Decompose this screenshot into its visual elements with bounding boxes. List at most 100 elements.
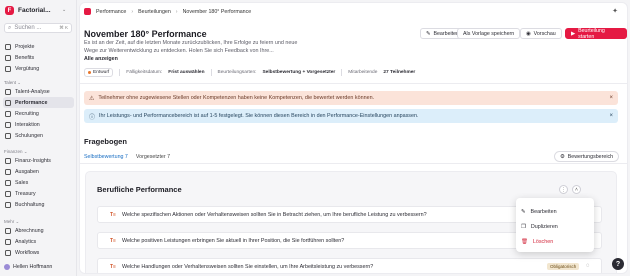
sidebar-item-label: Buchhaltung <box>15 201 45 208</box>
section-actions: ⋮ ˄ <box>559 185 581 194</box>
sidebar-item-ausgaben[interactable]: Ausgaben <box>0 166 77 177</box>
participants-label: Mitarbeitende <box>348 70 378 75</box>
search-shortcut: ⌘ K <box>59 25 68 30</box>
expenses-icon <box>5 168 11 175</box>
status-badge: Entwurf <box>84 68 114 77</box>
sidebar: F Factorial... ⌄ ⌕ Suchen ... ⌘ K Projek… <box>0 0 77 276</box>
pencil-icon: ✎ <box>426 30 431 37</box>
sidebar-item-benefits[interactable]: Benefits <box>0 52 77 63</box>
more-options-icon[interactable]: ⋮ <box>559 185 568 194</box>
section-title: Berufliche Performance <box>97 185 182 194</box>
comment-icon[interactable]: ◌ <box>586 263 594 271</box>
menu-item-edit[interactable]: ✎ Bearbeiten <box>521 204 589 219</box>
sidebar-item-recruiting[interactable]: Recruiting <box>0 108 77 119</box>
participants-value[interactable]: 27 Teilnehmer <box>383 70 415 75</box>
status-dot-icon <box>88 71 91 74</box>
treasury-icon <box>5 190 11 197</box>
training-icon <box>5 132 11 139</box>
menu-item-label: Duplizieren <box>530 223 558 230</box>
rating-range-button[interactable]: ⚙ Bewertungsbereich <box>554 151 620 162</box>
nav-talent-group: Talent ⌄ Talent-Analyse Performance Recr… <box>0 79 77 141</box>
breadcrumb-item: November 180° Performance <box>182 8 252 15</box>
menu-item-label: Bearbeiten <box>530 208 557 215</box>
preview-button[interactable]: ◉ Vorschau <box>520 28 562 39</box>
sidebar-item-label: Analytics <box>15 238 37 245</box>
nav-more-group: Mehr ⌄ Abrechnung Analytics Workflows <box>0 218 77 258</box>
search-icon: ⌕ <box>8 24 12 31</box>
menu-item-duplicate[interactable]: ❐ Duplizieren <box>521 219 589 234</box>
section-options-menu: ✎ Bearbeiten ❐ Duplizieren 🗑 Löschen <box>516 198 594 252</box>
save-template-button[interactable]: Als Vorlage speichern <box>457 28 521 39</box>
chevron-down-icon[interactable]: ⌄ <box>62 7 66 13</box>
accounting-icon <box>5 201 11 208</box>
question-text: Welche positiven Leistungen erbringen Si… <box>121 237 345 244</box>
sidebar-item-workflows[interactable]: Workflows <box>0 247 77 258</box>
play-icon: ▶ <box>571 30 576 37</box>
breadcrumb-item[interactable]: Beurteilungen <box>138 9 171 15</box>
trash-icon: 🗑 <box>521 238 528 245</box>
sidebar-item-label: Projekte <box>15 43 35 50</box>
sidebar-item-finanz-insights[interactable]: Finanz-Insights <box>0 155 77 166</box>
warning-text: Teilnehmer ohne zugewiesene Stellen oder… <box>98 95 375 101</box>
sidebar-item-schulungen[interactable]: Schulungen <box>0 130 77 141</box>
nav-section-finanzen[interactable]: Finanzen ⌄ <box>0 148 77 155</box>
sidebar-item-label: Sales <box>15 179 29 186</box>
sidebar-item-sales[interactable]: Sales <box>0 177 77 188</box>
due-date-value[interactable]: Frist auswählen <box>168 70 204 75</box>
sidebar-item-treasury[interactable]: Treasury <box>0 188 77 199</box>
divider <box>210 69 212 76</box>
sidebar-item-projekte[interactable]: Projekte <box>0 41 77 52</box>
start-review-button[interactable]: ▶ Beurteilung starten <box>565 27 627 40</box>
nav-finance-group: Finanzen ⌄ Finanz-Insights Ausgaben Sale… <box>0 148 77 210</box>
sidebar-item-label: Ausgaben <box>15 168 39 175</box>
close-icon[interactable]: × <box>609 95 613 101</box>
breadcrumb-separator: › <box>131 8 134 15</box>
header-divider <box>80 83 627 84</box>
menu-item-delete[interactable]: 🗑 Löschen <box>521 234 589 249</box>
sidebar-item-label: Finanz-Insights <box>15 157 51 164</box>
breadcrumb-separator: › <box>175 8 178 15</box>
review-type-value: Selbstbewertung + Vorgesetzter <box>262 70 336 75</box>
user-menu[interactable]: Hellen Hoffmann <box>4 264 52 270</box>
chevron-up-icon[interactable]: ˄ <box>572 185 581 194</box>
save-template-label: Als Vorlage speichern <box>463 30 515 37</box>
warning-alert: ⚠ Teilnehmer ohne zugewiesene Stellen od… <box>84 91 618 105</box>
close-icon[interactable]: × <box>609 113 613 119</box>
question-row[interactable]: T≡ Welche Handlungen oder Verhaltensweis… <box>97 258 602 273</box>
nav-top-group: Projekte Benefits Vergütung <box>0 41 77 74</box>
chat-icon <box>5 121 11 128</box>
nav-section-mehr[interactable]: Mehr ⌄ <box>0 218 77 225</box>
search-input[interactable]: ⌕ Suchen ... ⌘ K <box>4 23 72 33</box>
recruiting-icon <box>5 110 11 117</box>
start-review-label: Beurteilung starten <box>578 27 605 40</box>
pencil-icon: ✎ <box>521 208 526 215</box>
sidebar-item-label: Recruiting <box>15 110 39 117</box>
sidebar-item-analytics[interactable]: Analytics <box>0 236 77 247</box>
question-text: Welche Handlungen oder Verhaltensweisen … <box>121 263 374 270</box>
page-description: Es ist an der Zeit, auf die letzten Mona… <box>84 40 298 54</box>
billing-icon <box>5 227 11 234</box>
sidebar-item-label: Vergütung <box>15 65 40 72</box>
settings-icon: ⚙ <box>560 153 565 160</box>
sidebar-item-performance[interactable]: Performance <box>3 97 74 108</box>
user-name: Hellen Hoffmann <box>13 264 53 270</box>
brand[interactable]: F Factorial... <box>5 6 51 15</box>
eye-icon: ◉ <box>526 30 531 37</box>
mandatory-badge: Obligatorisch <box>547 263 580 270</box>
copy-icon: ❐ <box>521 223 526 230</box>
sidebar-item-verguetung[interactable]: Vergütung <box>0 63 77 74</box>
review-type-label: Beurteilungsarten: <box>217 70 257 75</box>
brand-name: Factorial... <box>18 7 51 14</box>
sparkle-icon[interactable]: ✦ <box>611 8 619 16</box>
breadcrumb-item[interactable]: Performance <box>96 9 126 15</box>
nav-section-talent[interactable]: Talent ⌄ <box>0 79 77 86</box>
help-button[interactable]: ? <box>612 258 624 270</box>
sidebar-item-interaktion[interactable]: Interaktion <box>0 119 77 130</box>
sidebar-item-abrechnung[interactable]: Abrechnung <box>0 225 77 236</box>
show-all-link[interactable]: Alle anzeigen <box>84 56 118 62</box>
money-icon <box>5 65 11 72</box>
sidebar-item-buchhaltung[interactable]: Buchhaltung <box>0 199 77 210</box>
gift-icon <box>5 54 11 61</box>
sidebar-item-talent-analyse[interactable]: Talent-Analyse <box>0 86 77 97</box>
question-text: Welche spezifischen Aktionen oder Verhal… <box>121 211 427 218</box>
